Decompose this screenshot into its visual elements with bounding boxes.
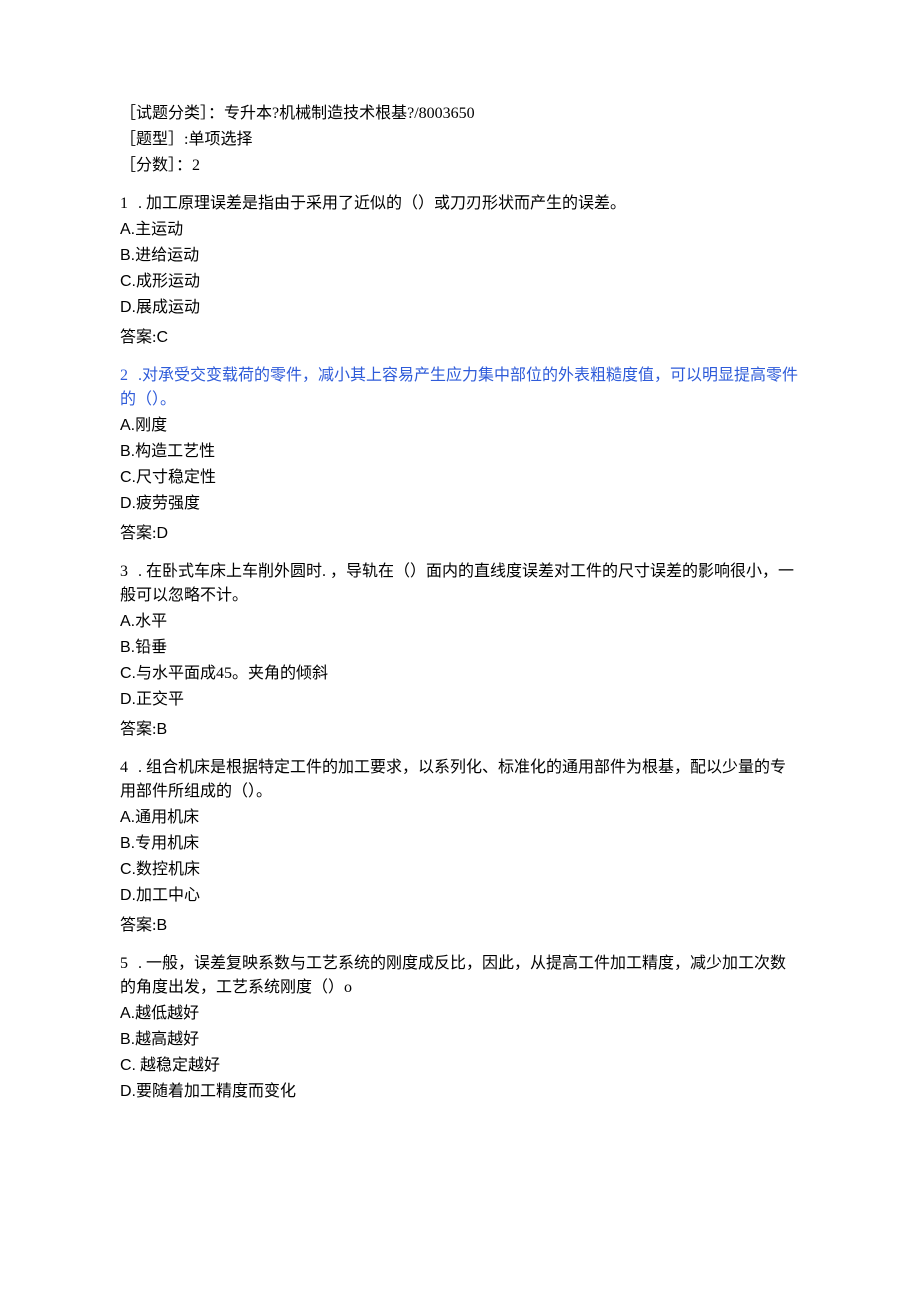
option: B.专用机床	[120, 832, 800, 856]
option: B.进给运动	[120, 244, 800, 268]
option-text: 越低越好	[135, 1005, 199, 1022]
question-number: 2	[120, 367, 128, 384]
option-letter: B.	[120, 835, 135, 852]
option-text: 水平	[135, 613, 167, 630]
option-text: 尺寸稳定性	[136, 469, 216, 486]
question-stem: 5 . 一般，误差复映系数与工艺系统的刚度成反比，因此，从提高工件加工精度，减少…	[120, 952, 800, 1000]
answer-value: B	[156, 917, 167, 934]
option-letter: D.	[120, 299, 136, 316]
option-letter: B.	[120, 247, 135, 264]
meta-category: ［试题分类］：专升本?机械制造技术根基?/8003650	[120, 102, 800, 126]
option-letter: C.	[120, 665, 136, 682]
option-letter: D.	[120, 887, 136, 904]
answer-value: B	[156, 721, 167, 738]
option-text: 构造工艺性	[135, 443, 215, 460]
answer: 答案:B	[120, 718, 800, 742]
option-text: 越高越好	[135, 1031, 199, 1048]
answer-label: 答案:	[120, 329, 156, 346]
question-number: 5	[120, 955, 128, 972]
option: A.通用机床	[120, 806, 800, 830]
question-stem: 2 .对承受交变载荷的零件，减小其上容易产生应力集中部位的外表粗糙度值，可以明显…	[120, 364, 800, 412]
option-text: 专用机床	[135, 835, 199, 852]
option-text: 数控机床	[136, 861, 200, 878]
option: D.疲劳强度	[120, 492, 800, 516]
option: B.铅垂	[120, 636, 800, 660]
option-letter: C.	[120, 469, 136, 486]
option-text: 进给运动	[135, 247, 199, 264]
option-text: 越稳定越好	[136, 1057, 220, 1074]
question-number: 3	[120, 563, 128, 580]
option-text: 正交平	[136, 691, 184, 708]
option-letter: B.	[120, 1031, 135, 1048]
question-text: .对承受交变载荷的零件，减小其上容易产生应力集中部位的外表粗糙度值，可以明显提高…	[120, 367, 798, 408]
option-text: 与水平面成45。夹角的倾斜	[136, 665, 328, 682]
option-letter: B.	[120, 443, 135, 460]
option-text: 刚度	[135, 417, 167, 434]
answer: 答案:B	[120, 914, 800, 938]
option-text: 铅垂	[135, 639, 167, 656]
option-letter: D.	[120, 1083, 136, 1100]
question-number: 4	[120, 759, 128, 776]
option-text: 成形运动	[136, 273, 200, 290]
option-letter: B.	[120, 639, 135, 656]
option-text: 通用机床	[135, 809, 199, 826]
option: B.越高越好	[120, 1028, 800, 1052]
option: A.水平	[120, 610, 800, 634]
option: A.越低越好	[120, 1002, 800, 1026]
option: C.与水平面成45。夹角的倾斜	[120, 662, 800, 686]
option: C.数控机床	[120, 858, 800, 882]
option: D.正交平	[120, 688, 800, 712]
option: A.刚度	[120, 414, 800, 438]
option-letter: A.	[120, 1005, 135, 1022]
option-letter: A.	[120, 417, 135, 434]
option-text: 疲劳强度	[136, 495, 200, 512]
question-text: . 组合机床是根据特定工件的加工要求，以系列化、标准化的通用部件为根基，配以少量…	[120, 759, 786, 800]
answer-label: 答案:	[120, 917, 156, 934]
option: D.加工中心	[120, 884, 800, 908]
option-letter: D.	[120, 691, 136, 708]
option-letter: A.	[120, 221, 135, 238]
meta-score: ［分数］：2	[120, 154, 800, 178]
option-letter: C.	[120, 861, 136, 878]
question-text: . 在卧式车床上车削外圆时. ，导轨在（）面内的直线度误差对工件的尺寸误差的影响…	[120, 563, 794, 604]
question-stem: 1 . 加工原理误差是指由于采用了近似的（）或刀刃形状而产生的误差。	[120, 192, 800, 216]
meta-type: ［题型］:单项选择	[120, 128, 800, 152]
option-letter: A.	[120, 613, 135, 630]
option-letter: C.	[120, 1057, 136, 1074]
option-letter: C.	[120, 273, 136, 290]
answer-value: D	[156, 525, 168, 542]
answer: 答案:D	[120, 522, 800, 546]
option: D.要随着加工精度而变化	[120, 1080, 800, 1104]
question-text: . 加工原理误差是指由于采用了近似的（）或刀刃形状而产生的误差。	[134, 195, 626, 212]
option-text: 展成运动	[136, 299, 200, 316]
question-stem: 4 . 组合机床是根据特定工件的加工要求，以系列化、标准化的通用部件为根基，配以…	[120, 756, 800, 804]
question-text: . 一般，误差复映系数与工艺系统的刚度成反比，因此，从提高工件加工精度，减少加工…	[120, 955, 786, 996]
question-number: 1	[120, 195, 128, 212]
answer-label: 答案:	[120, 721, 156, 738]
option: B.构造工艺性	[120, 440, 800, 464]
answer-label: 答案:	[120, 525, 156, 542]
option: D.展成运动	[120, 296, 800, 320]
option-text: 主运动	[135, 221, 183, 238]
question-stem: 3 . 在卧式车床上车削外圆时. ，导轨在（）面内的直线度误差对工件的尺寸误差的…	[120, 560, 800, 608]
option: C. 越稳定越好	[120, 1054, 800, 1078]
option-letter: D.	[120, 495, 136, 512]
option-text: 加工中心	[136, 887, 200, 904]
document-page: ［试题分类］：专升本?机械制造技术根基?/8003650 ［题型］:单项选择 ［…	[0, 0, 920, 1301]
option-text: 要随着加工精度而变化	[136, 1083, 296, 1100]
answer-value: C	[156, 329, 168, 346]
answer: 答案:C	[120, 326, 800, 350]
option: A.主运动	[120, 218, 800, 242]
option: C.尺寸稳定性	[120, 466, 800, 490]
option: C.成形运动	[120, 270, 800, 294]
option-letter: A.	[120, 809, 135, 826]
